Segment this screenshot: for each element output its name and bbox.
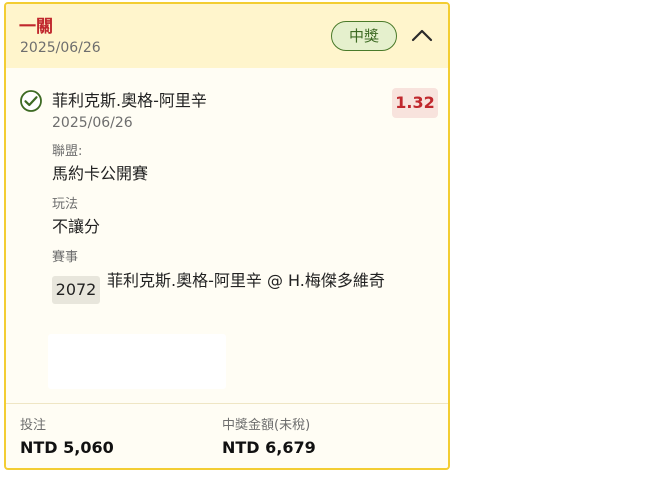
market-label: 玩法 [52, 197, 79, 212]
payout-value: NTD 6,679 [222, 438, 316, 457]
market-value: 不讓分 [52, 217, 101, 236]
event-id-badge: 2072 [52, 276, 100, 304]
status-badge: 中獎 [331, 21, 397, 51]
odds-badge: 1.32 [392, 88, 438, 118]
blank-panel [48, 334, 226, 389]
bet-ticket-card: 一關 2025/06/26 中獎 菲利克斯.奧格-阿里辛 2025/06/26 … [4, 2, 450, 470]
stake-label: 投注 [20, 418, 47, 433]
league-value: 馬約卡公開賽 [52, 164, 149, 183]
selection-name: 菲利克斯.奧格-阿里辛 [52, 91, 207, 110]
ticket-date: 2025/06/26 [20, 40, 101, 56]
footer-divider [6, 403, 448, 404]
check-circle-icon [20, 90, 42, 112]
chevron-up-icon [411, 29, 433, 42]
league-label: 聯盟: [52, 144, 83, 159]
selection-date: 2025/06/26 [52, 115, 133, 131]
event-name: 菲利克斯.奧格-阿里辛 @ H.梅傑多維奇 [107, 271, 385, 290]
payout-label: 中獎金額(未稅) [222, 418, 311, 433]
event-label: 賽事 [52, 250, 79, 265]
collapse-button[interactable] [408, 21, 436, 49]
bet-type: 一關 [19, 17, 53, 37]
ticket-header: 一關 2025/06/26 中獎 [6, 4, 448, 68]
stake-value: NTD 5,060 [20, 438, 114, 457]
